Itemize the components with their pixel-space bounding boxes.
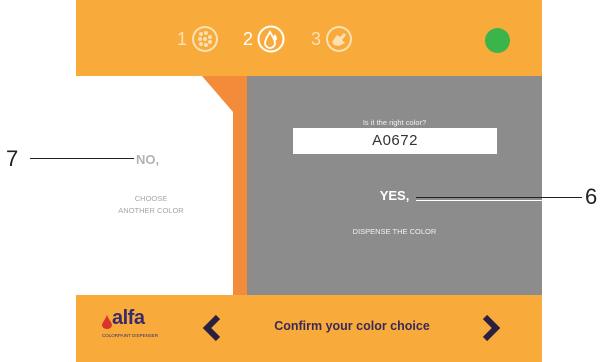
drop-logo-icon	[102, 315, 112, 329]
color-code-field: A0672	[293, 128, 497, 154]
callout-number-6: 6	[585, 184, 598, 209]
step-3-number: 3	[311, 28, 322, 49]
footer-bar: alfa COLORPAINT DISPENSER Confirm your c…	[76, 295, 542, 362]
step-2-number: 2	[243, 28, 254, 49]
step-3: 3	[311, 24, 353, 54]
logo-subtitle: COLORPAINT DISPENSER	[102, 333, 159, 338]
logo-wordmark: alfa	[112, 307, 145, 329]
chevron-right-icon[interactable]	[479, 313, 503, 343]
callout-line-7	[30, 158, 134, 159]
step-header: 1 2 3	[76, 0, 542, 76]
status-indicator	[485, 28, 510, 53]
no-label[interactable]: NO,	[136, 152, 159, 167]
step-1-number: 1	[177, 28, 188, 49]
footer-title: Confirm your color choice	[274, 319, 430, 333]
choose-another-color-text: CHOOSE ANOTHER COLOR	[118, 194, 184, 215]
dispenser-screen: 1 2 3 NO, CHOOSE ANOTHER COLOR Is it the…	[76, 0, 542, 362]
confirm-panel[interactable]: Is it the right color? A0672 YES, DISPEN…	[247, 76, 542, 295]
callout-line-6a	[416, 197, 582, 198]
callout-number-7: 7	[6, 146, 19, 171]
question-text: Is it the right color?	[362, 118, 427, 127]
step-2: 2	[243, 24, 285, 54]
drop-icon	[257, 25, 285, 53]
chevron-left-icon[interactable]	[200, 313, 224, 343]
dots-palette-icon	[192, 26, 219, 52]
hand-icon	[326, 26, 353, 52]
dispense-color-text: DISPENSE THE COLOR	[352, 227, 437, 236]
step-1: 1	[177, 24, 219, 54]
alfa-logo: alfa COLORPAINT DISPENSER	[100, 307, 170, 341]
callout-line-6b	[416, 200, 582, 201]
